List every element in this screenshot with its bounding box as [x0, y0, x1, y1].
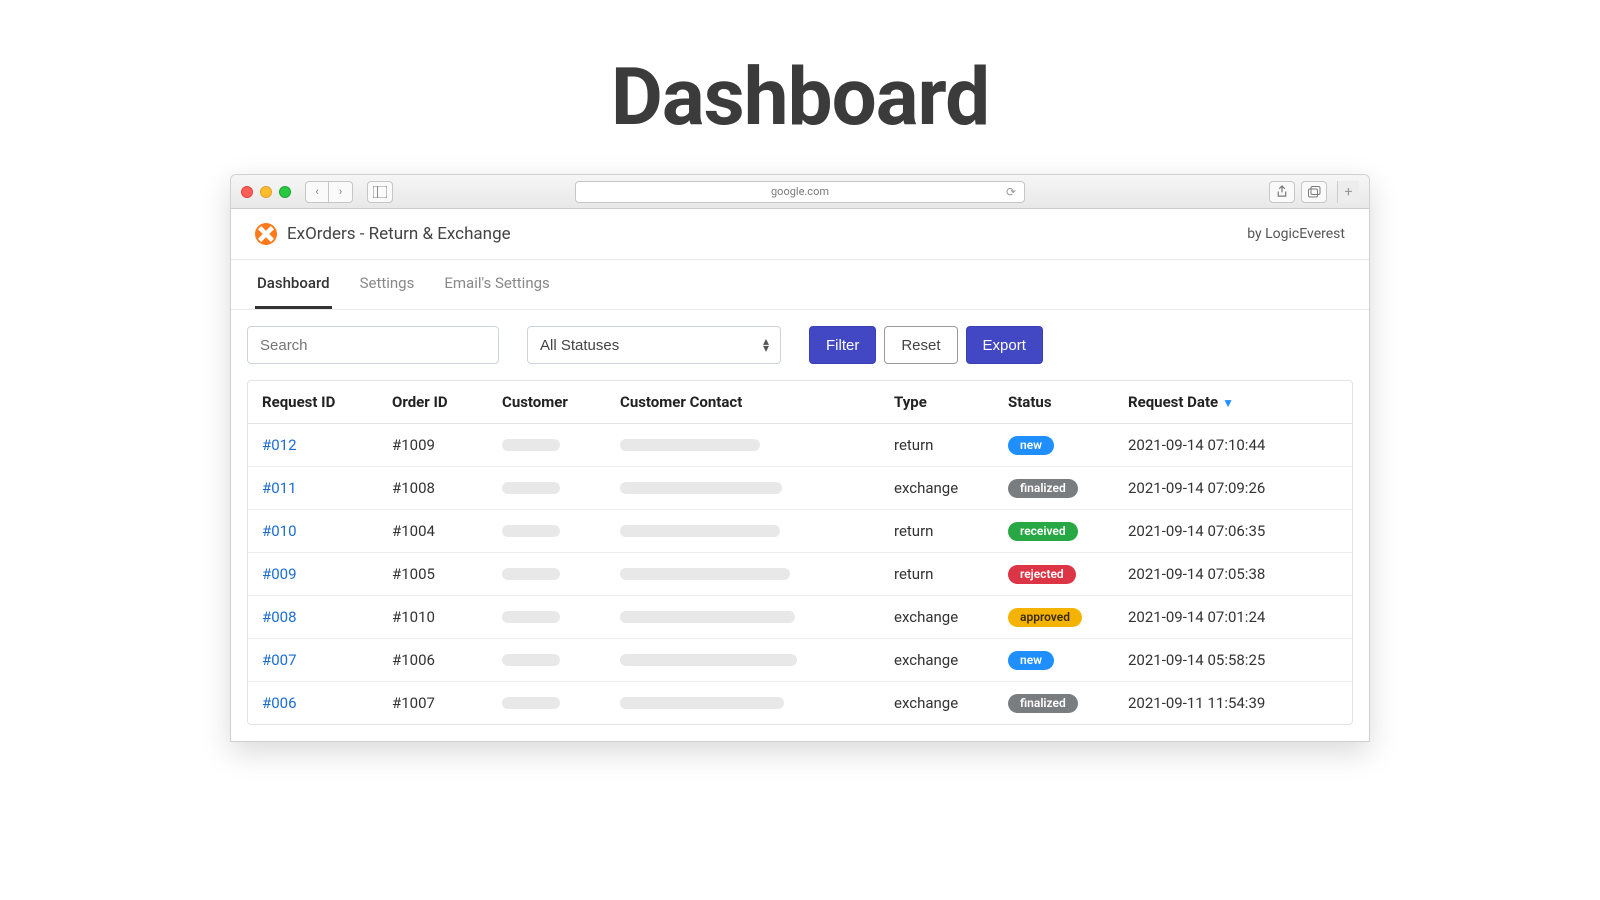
toolbar: All Statuses ▴▾ Filter Reset Export [231, 310, 1369, 364]
request-link[interactable]: #008 [262, 608, 297, 626]
browser-chrome: ‹ › google.com ⟳ + [231, 175, 1369, 209]
customer-redacted [502, 568, 560, 580]
address-bar[interactable]: google.com ⟳ [575, 181, 1025, 203]
tab-email-s-settings[interactable]: Email's Settings [442, 260, 551, 309]
status-badge: approved [1008, 608, 1082, 627]
reload-icon[interactable]: ⟳ [1006, 185, 1016, 199]
type-cell: return [880, 510, 994, 553]
tab-settings[interactable]: Settings [358, 260, 417, 309]
type-cell: return [880, 424, 994, 467]
contact-redacted [620, 439, 760, 451]
status-badge: new [1008, 651, 1054, 670]
col-contact[interactable]: Customer Contact [606, 381, 880, 424]
order-id-cell: #1004 [378, 510, 488, 553]
type-cell: exchange [880, 639, 994, 682]
forward-button[interactable]: › [329, 181, 353, 203]
request-link[interactable]: #012 [262, 436, 297, 454]
customer-redacted [502, 525, 560, 537]
request-link[interactable]: #006 [262, 694, 297, 712]
customer-redacted [502, 654, 560, 666]
request-link[interactable]: #011 [262, 479, 297, 497]
tab-dashboard[interactable]: Dashboard [255, 260, 332, 309]
order-id-cell: #1008 [378, 467, 488, 510]
app-logo-icon [255, 223, 277, 245]
order-id-cell: #1005 [378, 553, 488, 596]
back-button[interactable]: ‹ [305, 181, 329, 203]
window-controls [241, 186, 291, 198]
table-header-row: Request ID Order ID Customer Customer Co… [248, 381, 1352, 424]
contact-redacted [620, 482, 782, 494]
close-icon[interactable] [241, 186, 253, 198]
date-cell: 2021-09-14 07:09:26 [1114, 467, 1352, 510]
type-cell: exchange [880, 682, 994, 725]
browser-window: ‹ › google.com ⟳ + ExOrders - Return & E… [230, 174, 1370, 742]
table-row: #008 #1010 exchange approved 2021-09-14 07:0… [248, 596, 1352, 639]
table-row: #006 #1007 exchange finalized 2021-09-11 11:… [248, 682, 1352, 725]
col-order-id[interactable]: Order ID [378, 381, 488, 424]
table-row: #012 #1009 return new 2021-09-14 07:10:44 [248, 424, 1352, 467]
tabs-icon[interactable] [1301, 181, 1327, 203]
sort-desc-icon: ▼ [1222, 396, 1234, 410]
app-title: ExOrders - Return & Exchange [287, 224, 511, 244]
tabs: Dashboard Settings Email's Settings [231, 260, 1369, 310]
contact-redacted [620, 697, 784, 709]
filter-button[interactable]: Filter [809, 326, 876, 364]
type-cell: exchange [880, 467, 994, 510]
page-heading: Dashboard [0, 0, 1600, 174]
zoom-icon[interactable] [279, 186, 291, 198]
order-id-cell: #1009 [378, 424, 488, 467]
order-id-cell: #1007 [378, 682, 488, 725]
reset-button[interactable]: Reset [884, 326, 957, 364]
request-link[interactable]: #009 [262, 565, 297, 583]
status-badge: received [1008, 522, 1078, 541]
table-row: #010 #1004 return received 2021-09-14 07:06:… [248, 510, 1352, 553]
type-cell: exchange [880, 596, 994, 639]
date-cell: 2021-09-11 11:54:39 [1114, 682, 1352, 725]
table-row: #011 #1008 exchange finalized 2021-09-14 07:… [248, 467, 1352, 510]
brand: ExOrders - Return & Exchange [255, 223, 511, 245]
order-id-cell: #1006 [378, 639, 488, 682]
share-icon[interactable] [1269, 181, 1295, 203]
date-cell: 2021-09-14 07:01:24 [1114, 596, 1352, 639]
new-tab-button[interactable]: + [1337, 181, 1359, 203]
status-badge: finalized [1008, 694, 1078, 713]
col-type[interactable]: Type [880, 381, 994, 424]
date-cell: 2021-09-14 07:06:35 [1114, 510, 1352, 553]
date-cell: 2021-09-14 05:58:25 [1114, 639, 1352, 682]
order-id-cell: #1010 [378, 596, 488, 639]
date-cell: 2021-09-14 07:05:38 [1114, 553, 1352, 596]
contact-redacted [620, 654, 797, 666]
type-cell: return [880, 553, 994, 596]
table-row: #007 #1006 exchange new 2021-09-14 05:58:25 [248, 639, 1352, 682]
date-cell: 2021-09-14 07:10:44 [1114, 424, 1352, 467]
status-badge: new [1008, 436, 1054, 455]
col-customer[interactable]: Customer [488, 381, 606, 424]
url-text: google.com [771, 185, 829, 198]
sidebar-toggle-icon[interactable] [367, 181, 393, 203]
app-header: ExOrders - Return & Exchange by LogicEve… [231, 209, 1369, 260]
requests-table: Request ID Order ID Customer Customer Co… [247, 380, 1353, 725]
status-filter-select[interactable]: All Statuses [527, 326, 781, 364]
col-request-id[interactable]: Request ID [248, 381, 378, 424]
search-input[interactable] [247, 326, 499, 364]
col-status[interactable]: Status [994, 381, 1114, 424]
export-button[interactable]: Export [966, 326, 1043, 364]
contact-redacted [620, 568, 790, 580]
status-badge: rejected [1008, 565, 1076, 584]
contact-redacted [620, 525, 780, 537]
customer-redacted [502, 439, 560, 451]
app-byline: by LogicEverest [1247, 226, 1345, 242]
contact-redacted [620, 611, 795, 623]
request-link[interactable]: #010 [262, 522, 297, 540]
request-link[interactable]: #007 [262, 651, 297, 669]
col-date[interactable]: Request Date▼ [1114, 381, 1352, 424]
nav-buttons: ‹ › [305, 181, 353, 203]
minimize-icon[interactable] [260, 186, 272, 198]
customer-redacted [502, 611, 560, 623]
customer-redacted [502, 482, 560, 494]
customer-redacted [502, 697, 560, 709]
status-badge: finalized [1008, 479, 1078, 498]
table-row: #009 #1005 return rejected 2021-09-14 07:05:… [248, 553, 1352, 596]
